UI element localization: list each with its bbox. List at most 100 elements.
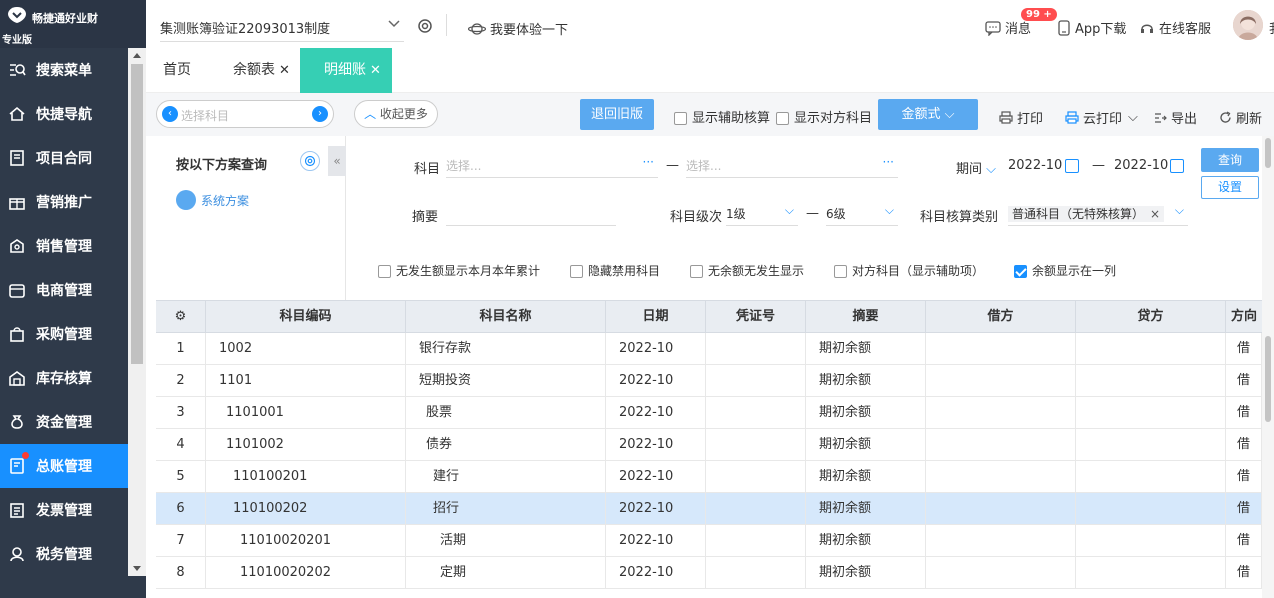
calendar-icon[interactable]	[1065, 159, 1079, 173]
summary-input[interactable]	[446, 200, 616, 226]
column-header[interactable]: 借方	[926, 301, 1076, 333]
cell-dir: 借	[1226, 525, 1262, 556]
period-to[interactable]: 2022-10	[1114, 158, 1168, 173]
scheme-settings-icon[interactable]	[300, 151, 320, 171]
table-row[interactable]: 6 110100202 招行 2022-10 期初余额 借	[156, 493, 1262, 525]
level-from-select[interactable]: 1级 ⌵	[726, 200, 798, 226]
content-scroll-thumb[interactable]	[1265, 336, 1271, 422]
check-hide-disabled[interactable]: 隐藏禁用科目	[570, 262, 660, 279]
checkbox[interactable]	[834, 265, 847, 278]
column-header[interactable]: 摘要	[806, 301, 926, 333]
checkbox[interactable]	[690, 265, 703, 278]
old-version-button[interactable]: 退回旧版	[580, 99, 654, 130]
table-row[interactable]: 4 1101002 债券 2022-10 期初余额 借	[156, 429, 1262, 461]
period-select[interactable]: 期间 ⌵	[956, 158, 996, 177]
sidebar-item[interactable]: 发票管理	[0, 488, 128, 532]
content-scrollbar[interactable]	[1262, 136, 1274, 598]
cell-summary: 期初余额	[806, 365, 926, 396]
sidebar-item[interactable]: 总账管理	[0, 444, 128, 488]
avatar[interactable]	[1233, 10, 1263, 40]
messages-button[interactable]: 消息	[985, 18, 1031, 37]
account-book-select[interactable]: 集测账簿验证22093013制度	[160, 10, 404, 42]
sidebar-item[interactable]: 项目合同	[0, 136, 128, 180]
more-icon[interactable]: ···	[643, 155, 654, 169]
try-experience-button[interactable]: 我要体验一下	[468, 19, 568, 38]
system-scheme-item[interactable]: 系统方案	[176, 190, 249, 210]
sidebar-item[interactable]: 销售管理	[0, 224, 128, 268]
check-no-balance-show[interactable]: 无余额无发生显示	[690, 262, 804, 279]
sidebar-scrollbar[interactable]	[128, 48, 146, 576]
table-row[interactable]: 2 1101 短期投资 2022-10 期初余额 借	[156, 365, 1262, 397]
print-button[interactable]: 打印	[999, 108, 1043, 127]
close-icon[interactable]: ✕	[370, 63, 381, 78]
collapse-more-button[interactable]: ︿ 收起更多	[354, 100, 438, 128]
column-header[interactable]: 贷方	[1076, 301, 1226, 333]
check-no-amount-show-cumulative[interactable]: 无发生额显示本月本年累计	[378, 262, 540, 279]
gear-icon[interactable]	[416, 17, 434, 35]
cell-credit	[1076, 333, 1226, 364]
app-download-button[interactable]: App下载	[1058, 18, 1126, 37]
more-icon[interactable]: ···	[883, 155, 894, 169]
tab-detail-ledger[interactable]: 明细账 ✕	[300, 48, 392, 93]
shop-icon	[8, 281, 26, 299]
refresh-button[interactable]: 刷新	[1219, 108, 1262, 127]
close-icon[interactable]: ✕	[279, 63, 290, 78]
table-row[interactable]: 8 11010020202 定期 2022-10 期初余额 借	[156, 557, 1262, 589]
settings-button[interactable]: 设置	[1201, 176, 1259, 199]
refresh-icon	[1220, 111, 1231, 123]
scroll-up-icon[interactable]	[133, 53, 141, 58]
table-row[interactable]: 1 1002 银行存款 2022-10 期初余额 借	[156, 333, 1262, 365]
sidebar-item[interactable]: 资金管理	[0, 400, 128, 444]
level-to-select[interactable]: 6级 ⌵	[826, 200, 898, 226]
column-settings-icon[interactable]: ⚙	[156, 301, 206, 333]
column-header[interactable]: 日期	[606, 301, 706, 333]
show-counter-checkbox[interactable]: 显示对方科目	[776, 107, 872, 126]
period-from[interactable]: 2022-10	[1008, 158, 1062, 173]
show-aux-checkbox[interactable]: 显示辅助核算	[674, 107, 770, 126]
column-header[interactable]: 凭证号	[706, 301, 806, 333]
table-row[interactable]: 7 11010020201 活期 2022-10 期初余额 借	[156, 525, 1262, 557]
column-header[interactable]: 方向	[1226, 301, 1262, 333]
sidebar-item[interactable]: 采购管理	[0, 312, 128, 356]
collapse-panel-icon[interactable]: «	[328, 146, 346, 176]
subject-to-input[interactable]: 选择... ···	[686, 152, 898, 178]
scroll-down-icon[interactable]	[133, 566, 141, 571]
sidebar-item[interactable]: 税务管理	[0, 532, 128, 576]
sidebar-item[interactable]: 库存核算	[0, 356, 128, 400]
cell-code: 11010020202	[206, 557, 406, 588]
account-type-select[interactable]: 普通科目（无特殊核算） × ⌵	[1008, 200, 1188, 226]
checkbox[interactable]	[378, 265, 391, 278]
calendar-icon[interactable]	[1170, 159, 1184, 173]
checkbox[interactable]	[674, 112, 687, 125]
subject-picker[interactable]: ‹ 选择科目 ›	[156, 100, 334, 128]
content-scroll-thumb-top[interactable]	[1265, 138, 1271, 168]
sidebar-item[interactable]: 营销推广	[0, 180, 128, 224]
column-header[interactable]: 科目名称	[406, 301, 606, 333]
chevron-right-icon[interactable]: ›	[312, 106, 328, 122]
table-row[interactable]: 3 1101001 股票 2022-10 期初余额 借	[156, 397, 1262, 429]
cloud-print-button[interactable]: 云打印 ⌵	[1065, 108, 1138, 127]
sidebar-item[interactable]: 搜索菜单	[0, 48, 128, 92]
tab-balance-sheet[interactable]: 余额表 ✕	[223, 48, 300, 93]
tab-home[interactable]: 首页	[153, 48, 201, 93]
checkbox-checked[interactable]	[1014, 265, 1027, 278]
check-counter-aux[interactable]: 对方科目（显示辅助项）	[834, 262, 984, 279]
export-button[interactable]: 导出	[1153, 108, 1197, 127]
level-label: 科目级次	[670, 210, 723, 225]
check-balance-one-column[interactable]: 余额显示在一列	[1014, 262, 1116, 279]
close-icon[interactable]: ×	[1150, 207, 1160, 221]
chevron-left-icon[interactable]: ‹	[162, 106, 178, 122]
checkbox[interactable]	[776, 112, 789, 125]
query-button[interactable]: 查询	[1201, 148, 1259, 172]
column-header[interactable]: 科目编码	[206, 301, 406, 333]
subject-from-input[interactable]: 选择... ···	[446, 152, 658, 178]
format-dropdown[interactable]: 金额式 ⌵	[878, 99, 978, 130]
toolbar: ‹ 选择科目 › ︿ 收起更多 退回旧版 显示辅助核算 显示对方科目 金额式 ⌵…	[146, 93, 1274, 136]
sidebar-item[interactable]: 电商管理	[0, 268, 128, 312]
online-service-button[interactable]: 在线客服	[1140, 18, 1211, 37]
sidebar-scroll-thumb[interactable]	[131, 64, 143, 364]
cell-debit	[926, 429, 1076, 460]
checkbox[interactable]	[570, 265, 583, 278]
table-row[interactable]: 5 110100201 建行 2022-10 期初余额 借	[156, 461, 1262, 493]
sidebar-item[interactable]: 快捷导航	[0, 92, 128, 136]
